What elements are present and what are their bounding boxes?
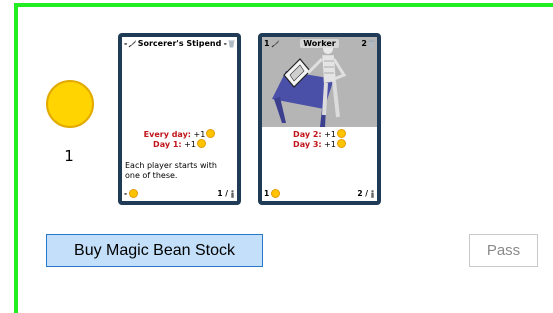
card-top-right: - (224, 39, 235, 48)
card-sorcerers-stipend[interactable]: - Sorcerer's Stipend - Every day: +1 Day… (118, 33, 241, 205)
card-footer: 1 2 / (264, 188, 375, 198)
person-icon (371, 189, 374, 198)
card-trash-value: 2 (361, 39, 367, 48)
card-description: Each player starts with one of these. (125, 161, 217, 180)
coin-icon (129, 189, 139, 198)
coin-icon (271, 189, 281, 198)
pass-button[interactable]: Pass (469, 234, 538, 267)
card-cost: 1 (264, 189, 281, 198)
card-cost: - (124, 189, 139, 198)
card-footer: - 1 / (124, 188, 235, 198)
card-title: Sorcerer's Stipend (137, 39, 222, 48)
trash-icon (368, 40, 375, 47)
card-trash-value: - (223, 39, 227, 48)
card-title: Worker (262, 39, 377, 48)
card-header: 1 Worker 2 (262, 37, 377, 51)
card-worker[interactable]: 1 Worker 2 Day 2: +1 Day 3: +1 1 2 / (258, 33, 381, 205)
coin-icon (336, 139, 346, 148)
card-ability: Day 1: +1 (122, 139, 237, 150)
card-header: - Sorcerer's Stipend - (122, 37, 237, 51)
coin-icon (196, 139, 206, 148)
card-ability: Day 3: +1 (262, 139, 377, 150)
card-supply: 1 / (217, 189, 235, 198)
coin-icon (336, 129, 346, 138)
card-supply: 2 / (357, 189, 375, 198)
person-icon (231, 189, 234, 198)
coin-count: 1 (64, 147, 74, 165)
card-top-right: 2 (361, 39, 375, 48)
trash-icon (228, 40, 235, 47)
coin-icon (46, 80, 94, 128)
buy-magic-bean-stock-button[interactable]: Buy Magic Bean Stock (46, 234, 263, 267)
coin-icon (206, 129, 216, 138)
